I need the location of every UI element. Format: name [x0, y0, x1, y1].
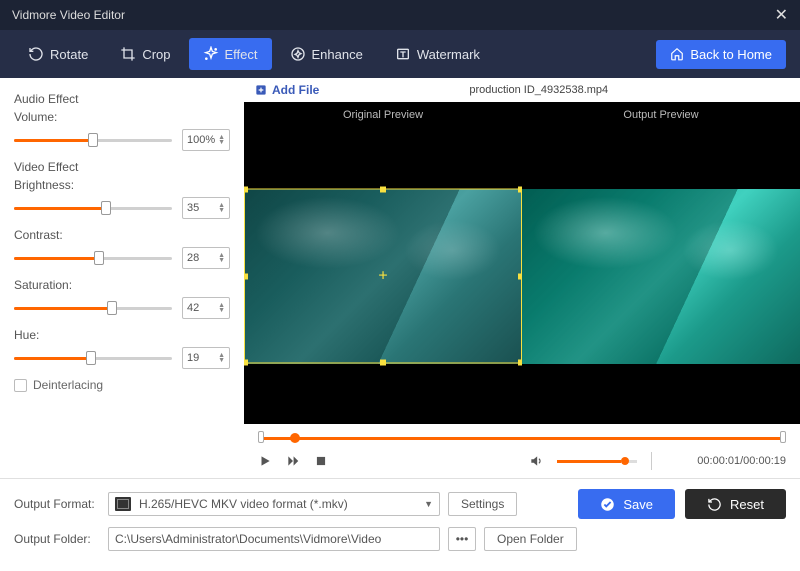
output-bar: Output Format: H.265/HEVC MKV video form…	[0, 478, 800, 571]
volume-value: 100%	[187, 134, 215, 146]
open-folder-label: Open Folder	[497, 532, 564, 546]
deinterlacing-checkbox[interactable]: Deinterlacing	[14, 378, 230, 392]
settings-label: Settings	[461, 497, 504, 511]
tab-effect[interactable]: Effect	[189, 38, 272, 70]
add-file-button[interactable]: Add File	[254, 83, 319, 97]
effect-icon	[203, 46, 219, 62]
tab-effect-label: Effect	[225, 47, 258, 62]
output-format-select[interactable]: H.265/HEVC MKV video format (*.mkv) ▼	[108, 492, 440, 516]
tab-crop-label: Crop	[142, 47, 170, 62]
contrast-value-box[interactable]: 28 ▲▼	[182, 247, 230, 269]
open-folder-button[interactable]: Open Folder	[484, 527, 577, 551]
rotate-icon	[28, 46, 44, 62]
volume-value-box[interactable]: 100% ▲▼	[182, 129, 230, 151]
app-title: Vidmore Video Editor	[12, 8, 125, 22]
add-file-icon	[254, 83, 268, 97]
reset-label: Reset	[730, 497, 764, 512]
spinner-icon[interactable]: ▲▼	[218, 353, 225, 363]
preview-panel: Add File production ID_4932538.mp4 Origi…	[244, 78, 800, 478]
title-bar: Vidmore Video Editor ✕	[0, 0, 800, 30]
settings-button[interactable]: Settings	[448, 492, 517, 516]
spinner-icon[interactable]: ▲▼	[218, 203, 225, 213]
hue-value-box[interactable]: 19 ▲▼	[182, 347, 230, 369]
save-button[interactable]: Save	[578, 489, 675, 519]
divider	[651, 452, 652, 470]
output-format-label: Output Format:	[14, 497, 100, 511]
crop-icon	[120, 46, 136, 62]
tab-enhance-label: Enhance	[312, 47, 363, 62]
file-bar: Add File production ID_4932538.mp4	[244, 78, 800, 102]
back-to-home-label: Back to Home	[690, 47, 772, 62]
add-file-label: Add File	[272, 83, 319, 97]
output-format-value: H.265/HEVC MKV video format (*.mkv)	[139, 497, 416, 511]
hue-value: 19	[187, 352, 199, 364]
contrast-label: Contrast:	[14, 228, 230, 242]
check-icon	[600, 497, 615, 512]
stop-button[interactable]	[314, 454, 328, 468]
brightness-label: Brightness:	[14, 178, 230, 192]
saturation-value: 42	[187, 302, 199, 314]
volume-label: Volume:	[14, 110, 230, 124]
video-effect-heading: Video Effect	[14, 160, 230, 174]
tab-rotate-label: Rotate	[50, 47, 88, 62]
current-file-name: production ID_4932538.mp4	[469, 84, 608, 96]
spinner-icon[interactable]: ▲▼	[218, 303, 225, 313]
saturation-slider[interactable]	[14, 296, 172, 320]
spinner-icon[interactable]: ▲▼	[218, 253, 225, 263]
volume-playback-slider[interactable]	[557, 456, 637, 466]
spinner-icon[interactable]: ▲▼	[218, 135, 225, 145]
close-icon[interactable]: ✕	[775, 5, 788, 25]
saturation-label: Saturation:	[14, 278, 230, 292]
original-preview[interactable]: +	[244, 128, 522, 424]
main-toolbar: Rotate Crop Effect Enhance Watermark Bac…	[0, 30, 800, 78]
save-label: Save	[623, 497, 653, 512]
output-preview	[522, 128, 800, 424]
back-to-home-button[interactable]: Back to Home	[656, 40, 786, 69]
playback-controls: 00:00:01/00:00:19	[244, 424, 800, 478]
tab-crop[interactable]: Crop	[106, 38, 184, 70]
output-folder-label: Output Folder:	[14, 532, 100, 546]
tab-watermark-label: Watermark	[417, 47, 480, 62]
tab-enhance[interactable]: Enhance	[276, 38, 377, 70]
deinterlacing-label: Deinterlacing	[33, 378, 103, 392]
reset-icon	[707, 497, 722, 512]
chevron-down-icon: ▼	[424, 499, 433, 509]
tab-watermark[interactable]: Watermark	[381, 38, 494, 70]
timeline-slider[interactable]	[258, 434, 786, 442]
checkbox-icon	[14, 379, 27, 392]
watermark-icon	[395, 46, 411, 62]
time-display: 00:00:01/00:00:19	[666, 455, 786, 467]
tab-rotate[interactable]: Rotate	[14, 38, 102, 70]
play-button[interactable]	[258, 454, 272, 468]
saturation-value-box[interactable]: 42 ▲▼	[182, 297, 230, 319]
hue-label: Hue:	[14, 328, 230, 342]
effect-sidebar: Audio Effect Volume: 100% ▲▼ Video Effec…	[0, 78, 244, 478]
contrast-slider[interactable]	[14, 246, 172, 270]
audio-effect-heading: Audio Effect	[14, 92, 230, 106]
enhance-icon	[290, 46, 306, 62]
format-icon	[115, 497, 131, 511]
output-folder-value: C:\Users\Administrator\Documents\Vidmore…	[115, 532, 381, 546]
volume-icon[interactable]	[529, 454, 543, 468]
volume-slider[interactable]	[14, 128, 172, 152]
brightness-slider[interactable]	[14, 196, 172, 220]
output-preview-header: Output Preview	[522, 109, 800, 121]
brightness-value-box[interactable]: 35 ▲▼	[182, 197, 230, 219]
brightness-value: 35	[187, 202, 199, 214]
fast-forward-button[interactable]	[286, 454, 300, 468]
contrast-value: 28	[187, 252, 199, 264]
reset-button[interactable]: Reset	[685, 489, 786, 519]
home-icon	[670, 47, 684, 61]
output-folder-field[interactable]: C:\Users\Administrator\Documents\Vidmore…	[108, 527, 440, 551]
hue-slider[interactable]	[14, 346, 172, 370]
original-preview-header: Original Preview	[244, 109, 522, 121]
browse-folder-button[interactable]: •••	[448, 527, 476, 551]
